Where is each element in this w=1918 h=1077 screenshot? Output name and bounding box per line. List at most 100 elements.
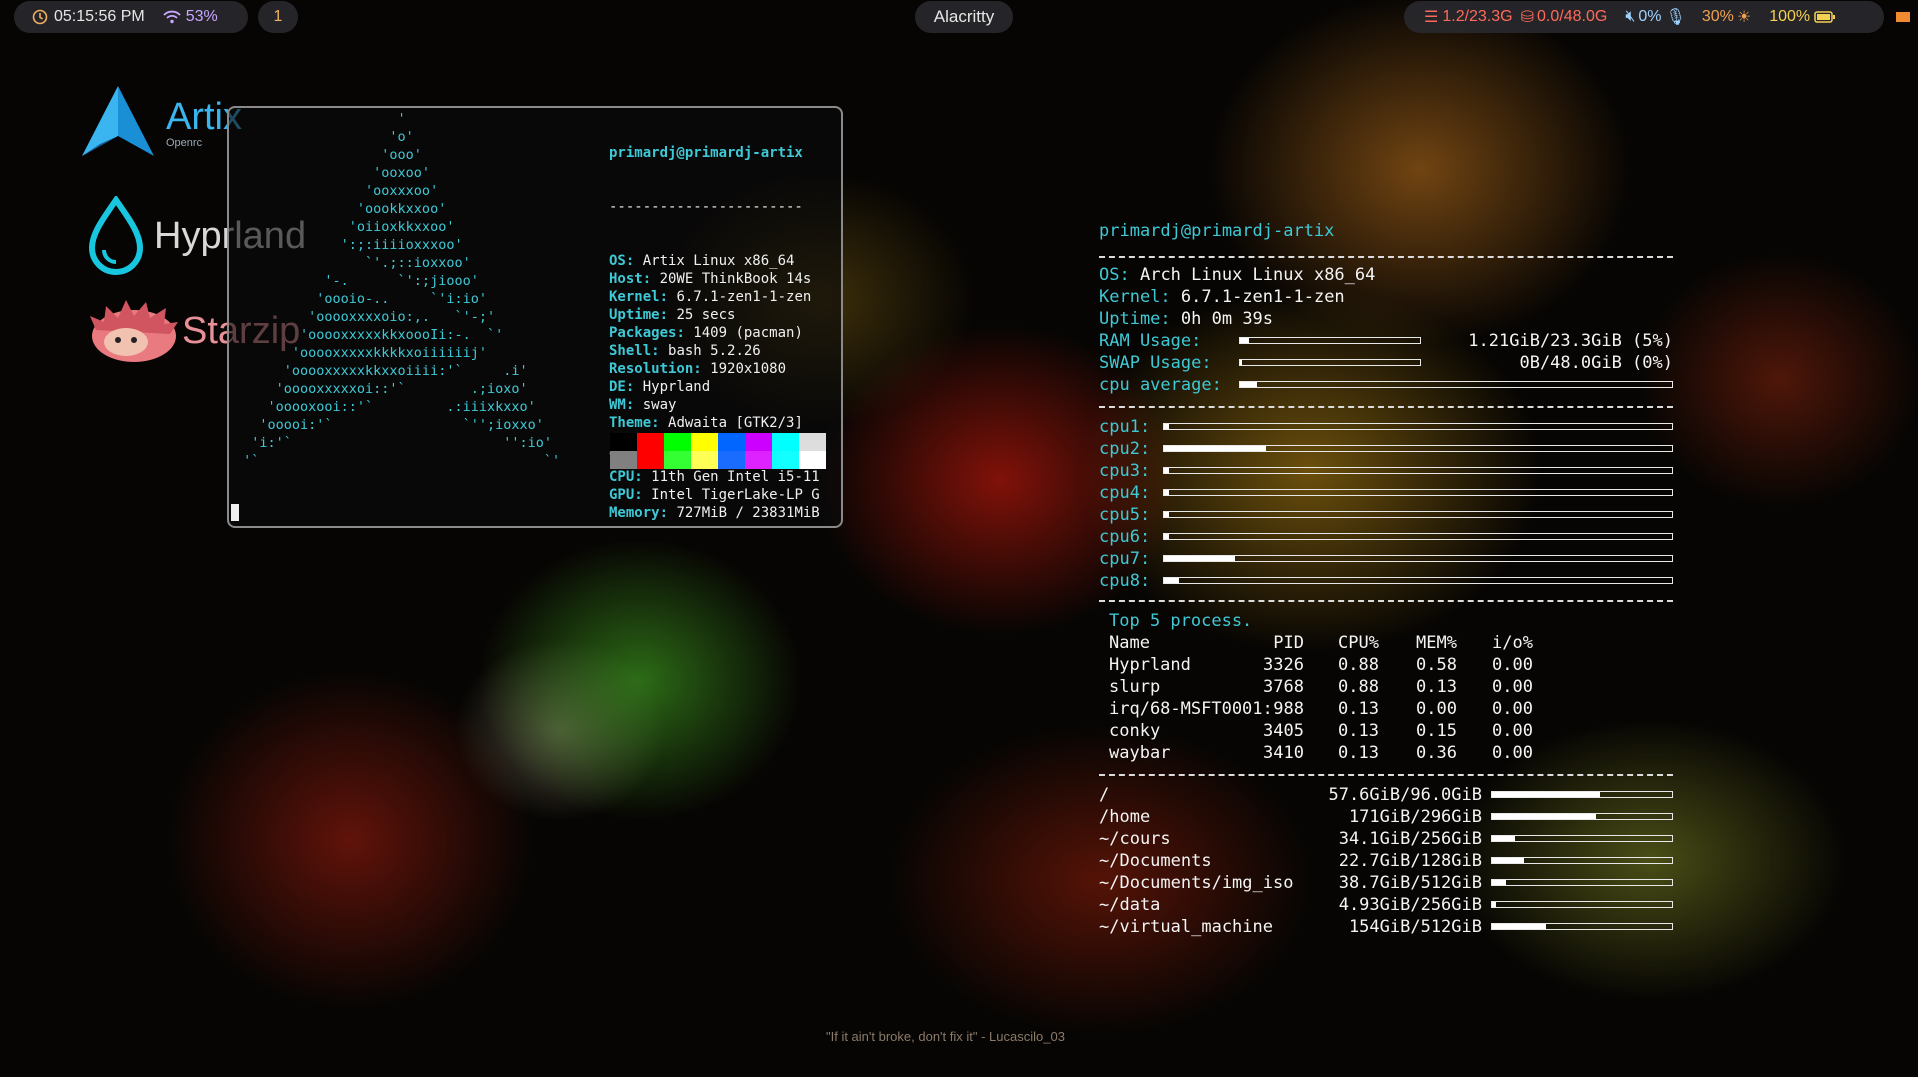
- info-colon: :: [659, 289, 677, 305]
- neofetch-info-row: Kernel: 6.7.1-zen1-1-zen: [609, 288, 820, 306]
- palette-swatch: [718, 451, 745, 469]
- neofetch-info-row: DE: Hyprland: [609, 378, 820, 396]
- swap-module[interactable]: ⛁ 0.0/48.0G: [1521, 7, 1608, 27]
- color-palette: [610, 433, 826, 469]
- process-value: 3405: [1263, 721, 1304, 741]
- disk-usage-text: 4.93GiB/256GiB: [1338, 895, 1482, 915]
- disk-path: ~/Documents/img_iso: [1099, 873, 1294, 893]
- status-pill-left: 05:15:56 PM 53%: [14, 1, 248, 33]
- alacritty-terminal[interactable]: ' 'o' 'ooo' 'ooxoo' 'ooxxxoo' 'oookkxxoo…: [227, 106, 843, 528]
- info-key: Host: [609, 271, 643, 287]
- disk-usage-bar: [1491, 835, 1673, 842]
- hyprland-drop-icon: [88, 196, 144, 275]
- volume-module[interactable]: 🔇︎ 0% 🎙︎: [1625, 7, 1686, 27]
- info-key: Shell: [609, 343, 652, 359]
- divider: [1099, 600, 1673, 602]
- neofetch-info-row: Memory: 727MiB / 23831MiB: [609, 504, 820, 522]
- memory-text: 1.2/23.3G: [1442, 8, 1513, 25]
- window-title-pill: Alacritty: [915, 1, 1013, 33]
- process-value: 3410: [1263, 743, 1304, 763]
- cpu-average-bar: [1239, 381, 1673, 388]
- process-value: 0.58: [1416, 655, 1457, 675]
- info-value: 6.7.1-zen1-1-zen: [676, 289, 812, 305]
- palette-swatch: [718, 433, 745, 451]
- info-value: 25 secs: [676, 307, 736, 323]
- palette-swatch: [799, 433, 826, 451]
- artix-logo: Artix Openrc: [78, 84, 242, 162]
- process-value: 0.00: [1492, 677, 1533, 697]
- neofetch-info-row: OS: Artix Linux x86_64: [609, 252, 820, 270]
- divider: [1099, 774, 1673, 776]
- info-key: Memory: [609, 505, 660, 521]
- battery-module[interactable]: 100%: [1769, 8, 1836, 26]
- disk-path: ~/Documents: [1099, 851, 1212, 871]
- neofetch-info-row: Theme: Adwaita [GTK2/3]: [609, 414, 820, 432]
- brightness-text: 30%: [1701, 8, 1734, 25]
- process-value: 0.36: [1416, 743, 1457, 763]
- terminal-cursor: [231, 504, 239, 521]
- cpu-core-fill: [1164, 468, 1170, 473]
- disk-usage-bar: [1491, 901, 1673, 908]
- info-key: Packages: [609, 325, 677, 341]
- tray-indicator-icon[interactable]: [1896, 12, 1910, 22]
- divider: [1099, 406, 1673, 408]
- palette-swatch: [772, 451, 799, 469]
- neofetch-info-row: Uptime: 25 secs: [609, 306, 820, 324]
- ram-usage-bar: [1239, 337, 1421, 344]
- cpu-core-label: cpu3:: [1099, 461, 1151, 481]
- disk-path: ~/data: [1099, 895, 1161, 915]
- neofetch-info-row: WM: sway: [609, 396, 820, 414]
- status-pill-right: ☰ 1.2/23.3G ⛁ 0.0/48.0G 🔇︎ 0% 🎙︎ 30% ☀ 1…: [1404, 1, 1884, 33]
- disk-path: /: [1099, 785, 1110, 805]
- info-key: OS: [609, 253, 626, 269]
- disk-usage-text: 154GiB/512GiB: [1348, 917, 1482, 937]
- table-row: irq/68-MSFT0001: 988 0.13 0.00 0.00: [1109, 698, 1609, 720]
- info-key: Theme: [609, 415, 652, 431]
- cpu-core-label: cpu2:: [1099, 439, 1151, 459]
- conky-uptime-row: Uptime: 0h 0m 39s: [1099, 309, 1274, 329]
- microphone-icon: 🎙︎: [1665, 9, 1686, 26]
- process-value: 0.00: [1492, 699, 1533, 719]
- info-colon: :: [634, 469, 652, 485]
- process-value: 0.00: [1416, 699, 1457, 719]
- info-value: 20WE ThinkBook 14s: [659, 271, 812, 287]
- memory-module[interactable]: ☰ 1.2/23.3G: [1424, 7, 1513, 27]
- disk-usage-fill: [1492, 858, 1525, 863]
- process-value: MEM%: [1416, 633, 1457, 653]
- process-name: irq/68-MSFT0001:: [1109, 699, 1273, 719]
- info-colon: :: [651, 343, 669, 359]
- table-row: conky 3405 0.13 0.15 0.00: [1109, 720, 1609, 742]
- table-row: Hyprland 3326 0.88 0.58 0.00: [1109, 654, 1609, 676]
- cpu-core-bar: [1163, 445, 1673, 452]
- disk-usage-fill: [1492, 792, 1600, 797]
- info-colon: :: [676, 325, 694, 341]
- palette-swatch: [637, 451, 664, 469]
- cpu-average-label: cpu average:: [1099, 375, 1222, 395]
- clock-text: 05:15:56 PM: [54, 8, 145, 25]
- cpu-core-fill: [1164, 534, 1170, 539]
- top-process-title: Top 5 process.: [1109, 611, 1253, 631]
- info-value: 1409 (pacman): [693, 325, 803, 341]
- info-value: Intel TigerLake-LP G: [651, 487, 820, 503]
- cpu-core-fill: [1164, 512, 1170, 517]
- workspace-button[interactable]: 1: [258, 1, 298, 33]
- clock-module[interactable]: 05:15:56 PM: [32, 8, 145, 26]
- battery-icon: [1814, 11, 1836, 23]
- process-value: i/o%: [1492, 633, 1533, 653]
- neofetch-ascii-logo: ' 'o' 'ooo' 'ooxoo' 'ooxxxoo' 'oookkxxoo…: [243, 111, 561, 469]
- info-colon: :: [659, 307, 677, 323]
- window-title: Alacritty: [933, 7, 995, 26]
- process-value: 3768: [1263, 677, 1304, 697]
- terminal-separator: -----------------------: [609, 199, 803, 215]
- wifi-module[interactable]: 53%: [163, 8, 218, 26]
- sun-icon: ☀: [1736, 9, 1752, 26]
- neofetch-info-row: Shell: bash 5.2.26: [609, 342, 820, 360]
- disk-usage-bar: [1491, 879, 1673, 886]
- database-icon: ⛁: [1520, 9, 1535, 26]
- info-colon: :: [659, 505, 677, 521]
- cpu-core-bar: [1163, 577, 1673, 584]
- cpu-core-label: cpu5:: [1099, 505, 1151, 525]
- info-value: Hyprland: [642, 379, 711, 395]
- info-colon: :: [651, 415, 669, 431]
- brightness-module[interactable]: 30% ☀: [1702, 7, 1751, 27]
